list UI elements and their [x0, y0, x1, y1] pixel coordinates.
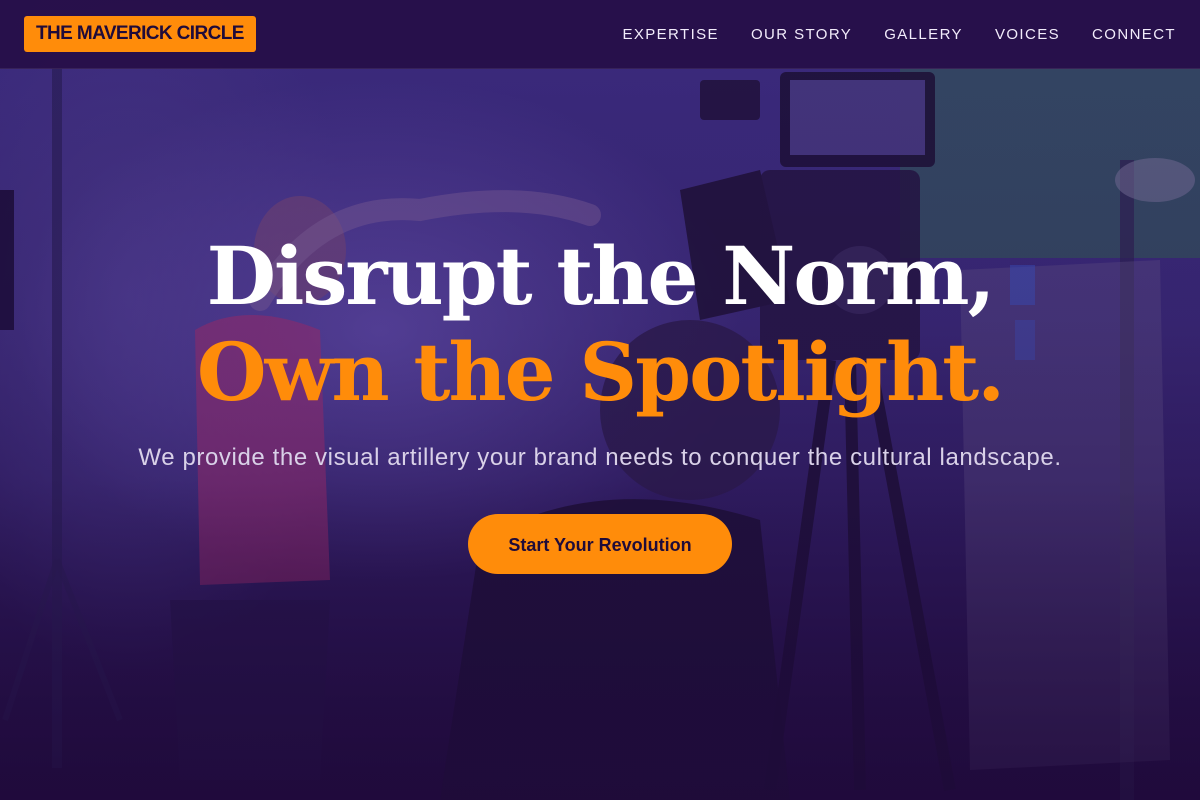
nav-link-gallery[interactable]: GALLERY [884, 26, 963, 43]
nav-link-connect[interactable]: CONNECT [1092, 26, 1176, 43]
hero-section: Disrupt the Norm, Own the Spotlight. We … [0, 228, 1200, 574]
page: THE MAVERICK CIRCLE EXPERTISE OUR STORY … [0, 0, 1200, 800]
nav-link-expertise[interactable]: EXPERTISE [622, 26, 719, 43]
start-revolution-button[interactable]: Start Your Revolution [468, 514, 732, 574]
hero-headline: Disrupt the Norm, Own the Spotlight. [0, 228, 1200, 420]
logo[interactable]: THE MAVERICK CIRCLE [24, 16, 256, 52]
navbar: THE MAVERICK CIRCLE EXPERTISE OUR STORY … [0, 0, 1200, 69]
hero-headline-line2: Own the Spotlight. [196, 325, 1005, 419]
nav-link-our-story[interactable]: OUR STORY [751, 26, 852, 43]
nav-link-voices[interactable]: VOICES [995, 26, 1060, 43]
hero-subtitle: We provide the visual artillery your bra… [138, 444, 1062, 471]
main-nav: EXPERTISE OUR STORY GALLERY VOICES CONNE… [622, 0, 1176, 68]
hero-headline-line1: Disrupt the Norm, [206, 229, 996, 323]
